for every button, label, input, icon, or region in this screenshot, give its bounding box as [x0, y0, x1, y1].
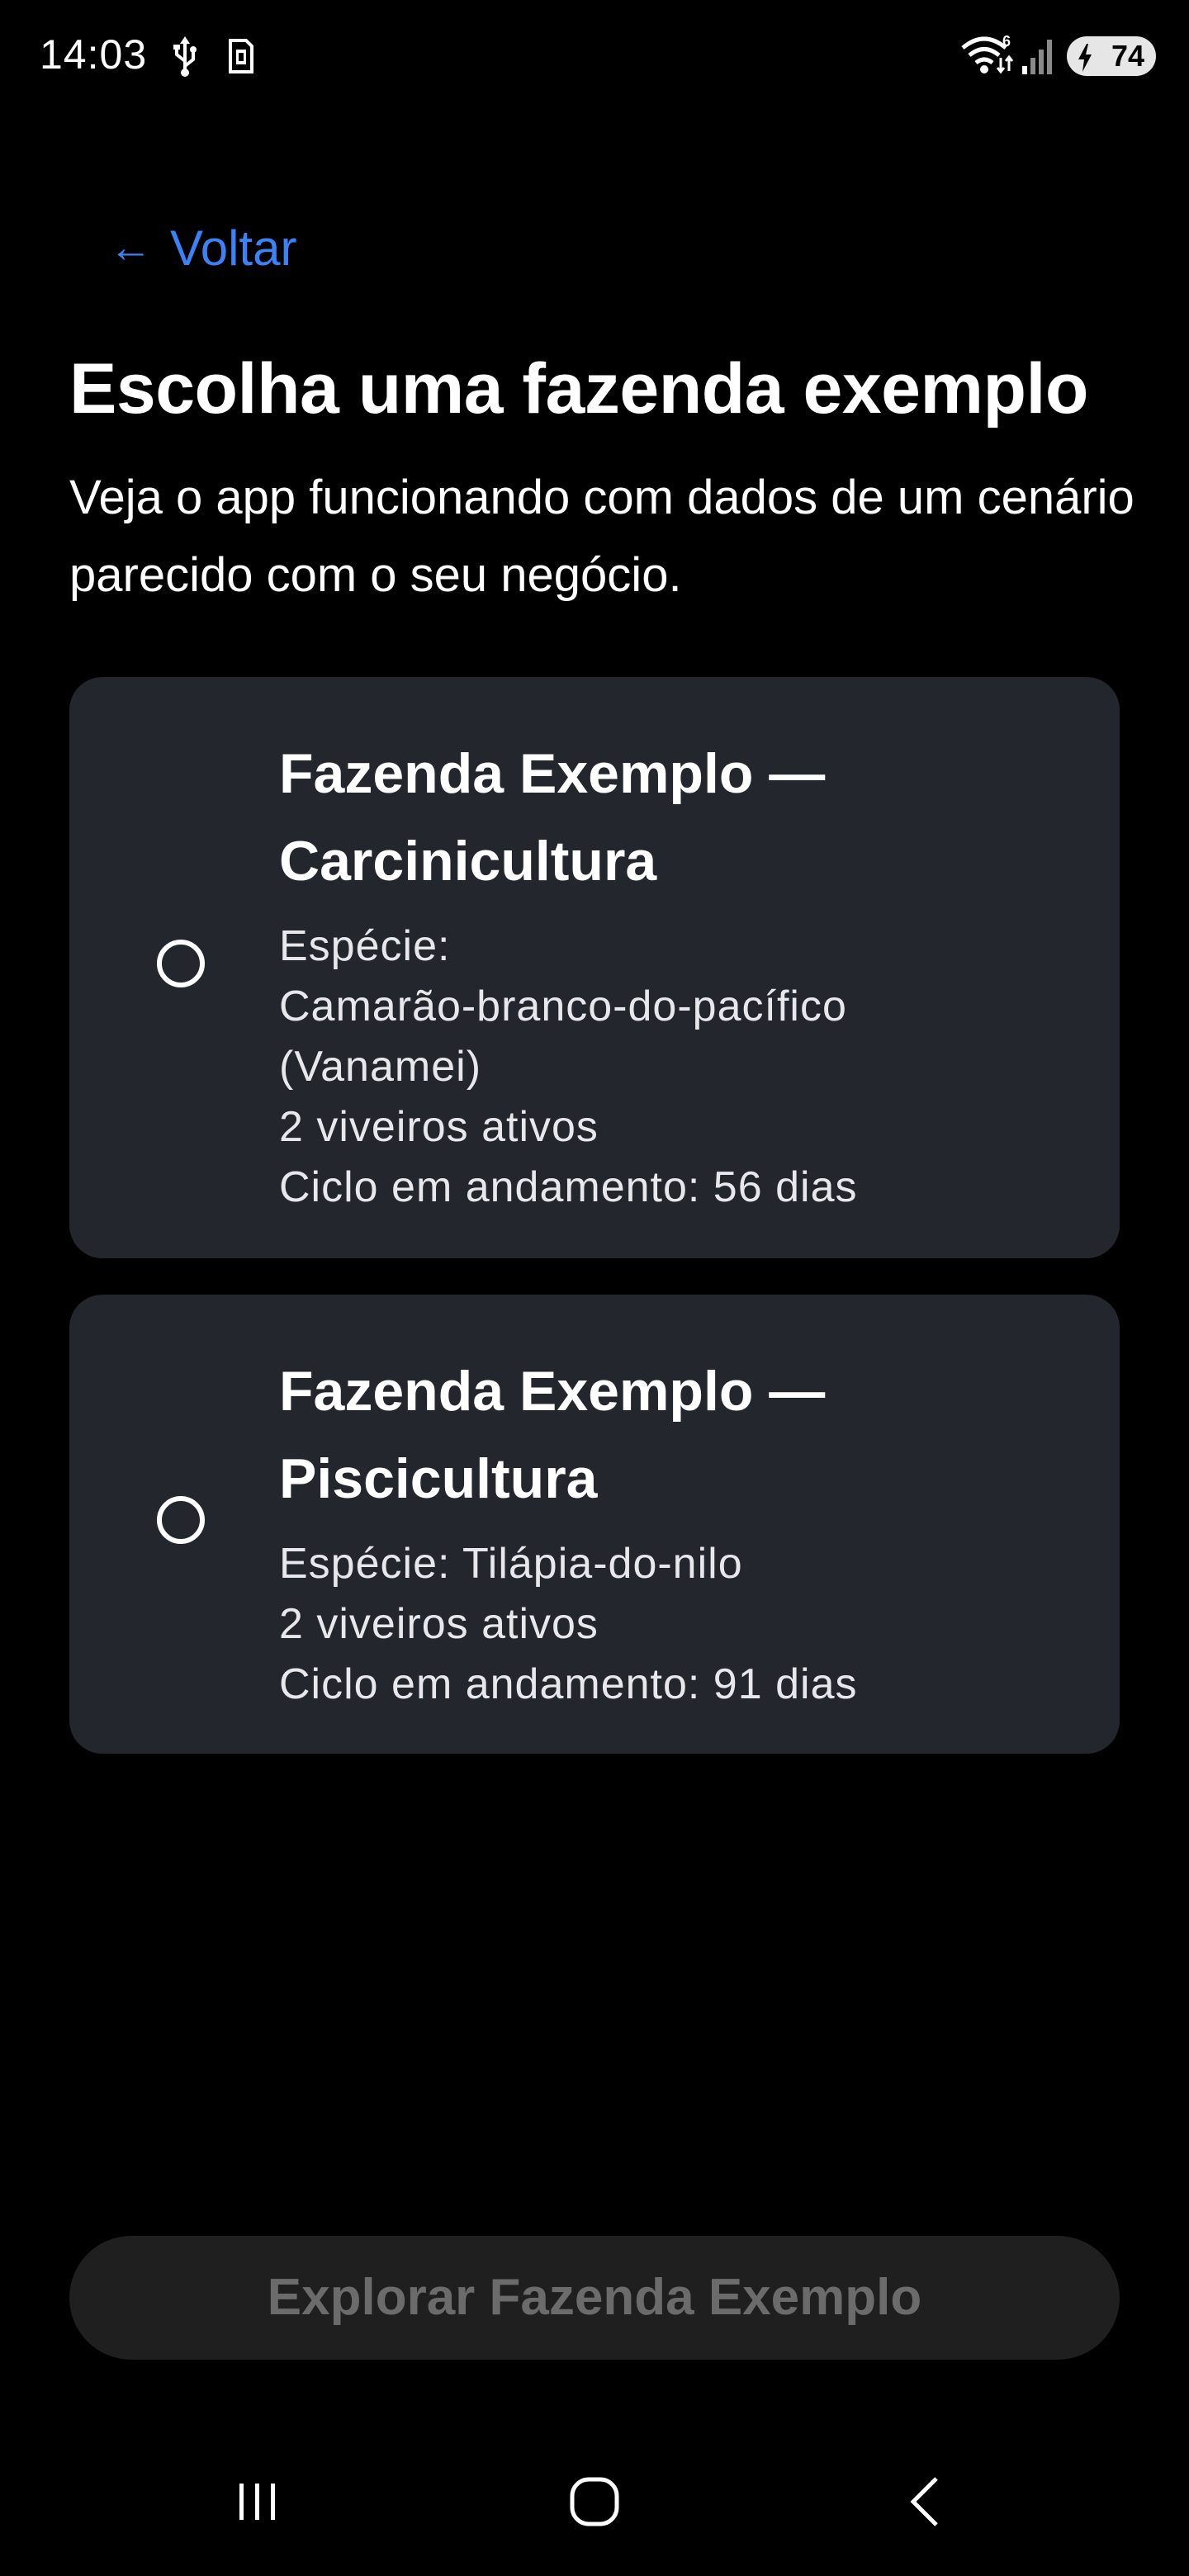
radio-button[interactable] [157, 940, 205, 987]
battery-level: 74 [1111, 39, 1144, 73]
status-bar: 14:03 6 74 [0, 0, 1189, 112]
farm-option-fish[interactable]: Fazenda Exemplo — Piscicultura Espécie: … [69, 1295, 1120, 1754]
farm-option-title-line: Fazenda Exemplo — [279, 742, 826, 805]
farm-option-species: Espécie: Tilápia-do-nilo [279, 1540, 743, 1588]
farm-option-cycle: Ciclo em andamento: 56 dias [279, 1163, 858, 1211]
usb-icon [172, 36, 198, 82]
explore-farm-button[interactable]: Explorar Fazenda Exemplo [69, 2236, 1120, 2360]
farm-option-ponds: 2 viveiros ativos [279, 1600, 599, 1648]
farm-option-cycle: Ciclo em andamento: 91 dias [279, 1660, 858, 1708]
status-time: 14:03 [40, 31, 148, 78]
farm-option-species: Espécie: [279, 922, 451, 970]
farm-option-title-line: Fazenda Exemplo — [279, 1360, 826, 1423]
wifi-icon: 6 [959, 33, 1016, 80]
farm-option-content: Fazenda Exemplo — Piscicultura Espécie: … [279, 1347, 1055, 1715]
farm-option-ponds: 2 viveiros ativos [279, 1103, 599, 1151]
system-nav-bar [0, 2444, 1189, 2576]
svg-text:6: 6 [1002, 33, 1011, 50]
farm-option-title-line: Piscicultura [279, 1447, 598, 1510]
farm-option-species: Camarão-branco-do-pacífico [279, 983, 847, 1030]
home-icon[interactable] [512, 2444, 677, 2559]
back-icon[interactable] [842, 2444, 1007, 2559]
back-label: Voltar [170, 220, 297, 276]
battery-indicator: 74 [1067, 36, 1156, 76]
signal-icon [1021, 36, 1057, 80]
farm-option-title: Fazenda Exemplo — Piscicultura [279, 1347, 1055, 1522]
farm-option-shrimp[interactable]: Fazenda Exemplo — Carcinicultura Espécie… [69, 677, 1120, 1258]
sim-card-icon [228, 38, 254, 78]
farm-option-content: Fazenda Exemplo — Carcinicultura Espécie… [279, 730, 1055, 1218]
recents-icon[interactable] [175, 2444, 340, 2559]
farm-option-title: Fazenda Exemplo — Carcinicultura [279, 730, 1055, 905]
farm-option-species: (Vanamei) [279, 1043, 482, 1091]
farm-option-title-line: Carcinicultura [279, 830, 657, 893]
battery-charging-icon [1077, 42, 1093, 82]
radio-button[interactable] [157, 1496, 205, 1544]
arrow-left-icon: ← [109, 224, 152, 272]
page-title: Escolha uma fazenda exemplo [69, 349, 1088, 429]
page-subtitle: Veja o app funcionando com dados de um c… [69, 471, 1135, 602]
back-link[interactable]: ← Voltar [109, 216, 296, 279]
